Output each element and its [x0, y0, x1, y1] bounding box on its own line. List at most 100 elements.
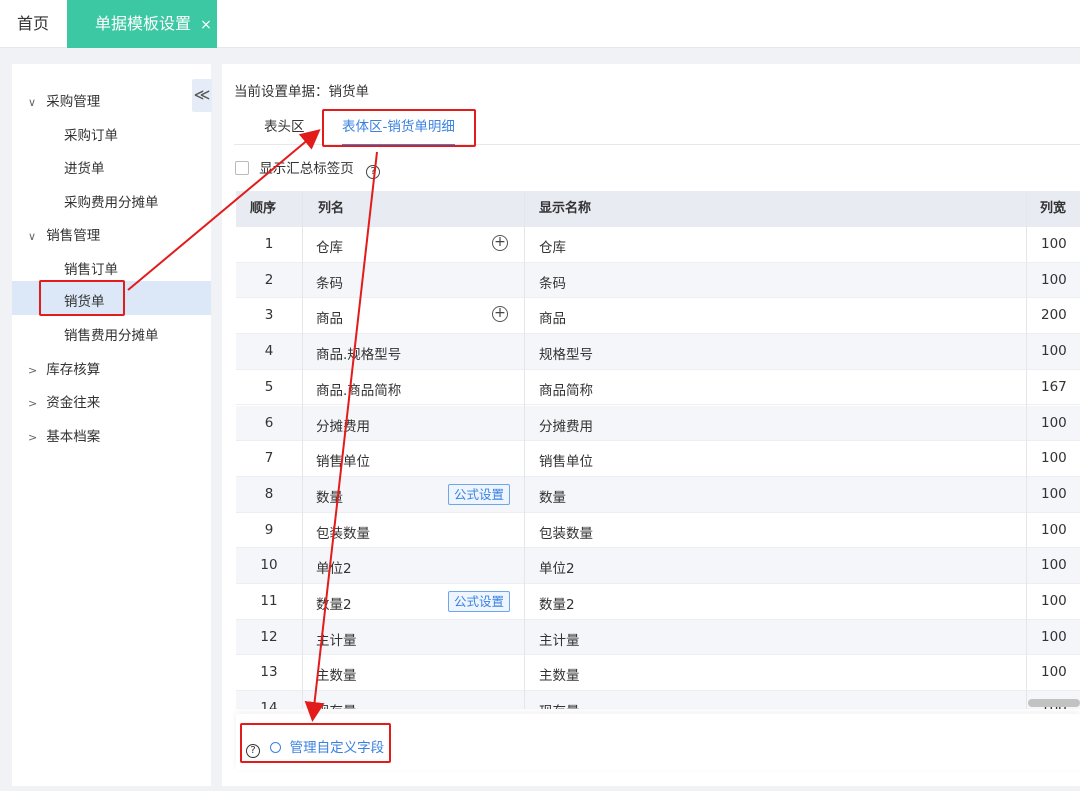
row-column-width[interactable]: 100 [1041, 272, 1067, 288]
help-icon[interactable]: ? [366, 165, 381, 179]
row-display-name[interactable]: 商品简称 [539, 379, 593, 399]
row-display-name[interactable]: 包装数量 [539, 522, 593, 542]
row-column-name: 商品 [316, 311, 343, 328]
table-row[interactable]: 7 销售单位 销售单位 100 [236, 441, 1080, 477]
plus-circle-icon[interactable]: + [492, 235, 508, 251]
table-row[interactable]: 11 数量2 数量2 100 公式设置 [236, 584, 1080, 620]
tab-home[interactable]: 首页 [0, 0, 66, 48]
row-column-width[interactable]: 100 [1041, 557, 1067, 573]
sidebar-group-basic-archive[interactable]: > 基本档案 [28, 425, 100, 445]
formula-settings-button[interactable]: 公式设置 [448, 483, 510, 505]
table-row[interactable]: 10 单位2 单位2 100 [236, 548, 1080, 584]
sidebar-group-funds[interactable]: > 资金往来 [28, 391, 100, 411]
plus-circle-icon[interactable]: + [492, 306, 508, 323]
sidebar-group-label: 库存核算 [46, 362, 101, 378]
row-display-name[interactable]: 主数量 [539, 664, 580, 684]
highlight-box-body-tab [322, 109, 476, 147]
row-display-name[interactable]: 数量 [539, 486, 566, 506]
row-column-name: 条码 [316, 275, 343, 292]
table-row[interactable]: 6 分摊费用 分摊费用 100 [236, 405, 1080, 442]
show-summary-row: 显示汇总标签页 ? [235, 157, 381, 179]
table-row[interactable]: 3 商品 商品 200 + [236, 298, 1080, 335]
sidebar-group-purchase[interactable]: ∨ 采购管理 [28, 90, 100, 110]
header-column-name[interactable]: 列名 [318, 191, 344, 227]
row-display-name[interactable]: 商品 [539, 307, 566, 327]
row-column-width[interactable]: 100 [1041, 629, 1067, 645]
row-column-name: 商品.商品简称 [316, 382, 402, 399]
row-display-name[interactable]: 规格型号 [539, 343, 593, 363]
sidebar-group-inventory[interactable]: > 库存核算 [28, 358, 100, 378]
row-display-name[interactable]: 主计量 [539, 629, 580, 649]
header-column-width[interactable]: 列宽 [1040, 191, 1066, 227]
row-seq: 6 [264, 414, 274, 431]
row-display-name[interactable]: 分摊费用 [539, 415, 593, 435]
row-display-name[interactable]: 数量2 [539, 593, 575, 613]
close-icon[interactable]: × [200, 17, 212, 33]
row-seq: 14 [260, 700, 278, 709]
table-header: 顺序 列名 显示名称 列宽 [236, 191, 1080, 227]
row-column-width[interactable]: 167 [1041, 379, 1067, 395]
table-row[interactable]: 8 数量 数量 100 公式设置 [236, 476, 1080, 513]
tab-header-area[interactable]: 表头区 [264, 109, 305, 145]
row-column-name: 主数量 [316, 668, 357, 685]
row-seq: 1 [264, 236, 274, 252]
chevron-down-icon: ∨ [28, 96, 37, 109]
collapse-sidebar-icon[interactable]: ≪ [192, 79, 212, 112]
chevron-right-icon: > [28, 431, 38, 444]
row-column-width[interactable]: 100 [1041, 450, 1067, 466]
row-display-name[interactable]: 仓库 [539, 236, 566, 256]
row-column-width[interactable]: 100 [1041, 593, 1067, 609]
row-column-name: 单位2 [316, 561, 352, 578]
row-display-name[interactable]: 单位2 [539, 557, 575, 577]
row-column-width[interactable]: 100 [1041, 415, 1067, 431]
row-display-name[interactable]: 销售单位 [539, 450, 593, 470]
show-summary-checkbox[interactable] [235, 161, 249, 175]
sidebar-group-label: 采购管理 [46, 94, 101, 110]
row-seq: 10 [260, 557, 278, 574]
sidebar-group-label: 资金往来 [46, 395, 101, 411]
row-seq: 3 [264, 307, 274, 324]
sidebar-item-sales-cost-allocation[interactable]: 销售费用分摊单 [64, 324, 159, 344]
table-row[interactable]: 14现存量现存量100 [236, 691, 1080, 709]
chevron-down-icon: ∨ [28, 230, 37, 243]
table-row[interactable]: 13 主数量 主数量 100 [236, 655, 1080, 692]
sidebar-item-sales-order[interactable]: 销售订单 [64, 258, 118, 278]
table-row[interactable]: 9 包装数量 包装数量 100 [236, 513, 1080, 549]
row-display-name[interactable]: 现存量 [539, 700, 580, 709]
row-seq: 11 [260, 593, 278, 609]
tab-template-settings-label: 单据模板设置 [95, 14, 192, 33]
row-seq: 8 [264, 485, 274, 502]
row-column-width[interactable]: 200 [1041, 307, 1067, 323]
sidebar-group-sales[interactable]: ∨ 销售管理 [28, 224, 100, 244]
row-seq: 4 [264, 343, 274, 360]
row-seq: 13 [260, 664, 278, 681]
table-row[interactable]: 1 仓库 仓库 100 + [236, 227, 1080, 263]
sidebar-item-purchase-cost-allocation[interactable]: 采购费用分摊单 [64, 191, 159, 211]
row-display-name[interactable]: 条码 [539, 272, 566, 292]
sidebar-group-label: 销售管理 [46, 228, 101, 244]
header-seq[interactable]: 顺序 [250, 191, 276, 227]
sidebar-item-purchase-order[interactable]: 采购订单 [64, 124, 118, 144]
row-column-width[interactable]: 100 [1041, 343, 1067, 359]
horizontal-scrollbar[interactable] [1028, 699, 1080, 707]
row-seq: 5 [264, 378, 274, 395]
header-display-name[interactable]: 显示名称 [539, 191, 591, 227]
row-column-name: 主计量 [316, 632, 357, 649]
row-column-width[interactable]: 100 [1041, 486, 1067, 502]
row-seq: 12 [260, 628, 278, 645]
sidebar-item-purchase-receipt[interactable]: 进货单 [64, 157, 105, 177]
table-row[interactable]: 12 主计量 主计量 100 [236, 619, 1080, 656]
table-row[interactable]: 5 商品.商品简称 商品简称 167 [236, 370, 1080, 406]
tab-template-settings[interactable]: 单据模板设置 × [67, 0, 217, 48]
row-column-width[interactable]: 100 [1041, 664, 1067, 680]
table-row[interactable]: 2 条码 条码 100 [236, 262, 1080, 299]
row-column-name: 数量2 [316, 597, 352, 613]
row-column-width[interactable]: 100 [1041, 522, 1067, 538]
column-divider [524, 191, 525, 709]
table-row[interactable]: 4 商品.规格型号 规格型号 100 [236, 334, 1080, 370]
chevron-right-icon: > [28, 397, 38, 410]
formula-settings-button[interactable]: 公式设置 [448, 591, 510, 612]
row-column-name: 分摊费用 [316, 418, 370, 435]
row-column-width[interactable]: 100 [1041, 236, 1067, 252]
row-column-name: 现存量 [316, 700, 357, 709]
